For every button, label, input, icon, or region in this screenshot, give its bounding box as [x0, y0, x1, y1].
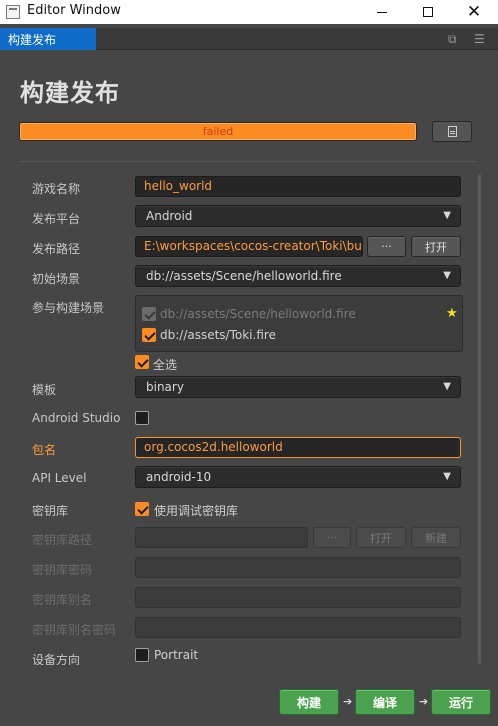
scene-checkbox-toki[interactable] — [142, 328, 156, 342]
open-log-button[interactable] — [432, 121, 472, 142]
minimize-icon — [377, 11, 387, 13]
build-path-label: 发布路径 — [32, 242, 81, 256]
keystore-password-label: 密钥库密码 — [32, 563, 93, 577]
use-debug-keystore-label: 使用调试密钥库 — [154, 504, 239, 518]
keystore-open-button[interactable]: 打开 — [356, 527, 406, 548]
platform-label: 发布平台 — [32, 212, 81, 226]
window-titlebar: Editor Window ✕ — [0, 0, 498, 24]
android-studio-label: Android Studio — [32, 411, 121, 425]
build-progress-bar: failed — [19, 122, 417, 141]
build-status-text: failed — [202, 125, 234, 138]
package-name-label: 包名 — [32, 443, 57, 457]
arrow-right-icon: ➔ — [419, 695, 429, 708]
tab-build-publish[interactable]: 构建发布 — [0, 28, 96, 50]
keystore-new-button[interactable]: 新建 — [411, 527, 461, 548]
document-icon — [447, 126, 457, 137]
keystore-alias-password-input[interactable] — [135, 617, 461, 638]
platform-value: Android — [146, 209, 193, 223]
game-name-input[interactable]: hello_world — [135, 176, 461, 197]
maximize-button[interactable] — [404, 0, 452, 24]
template-select[interactable]: binary ▼ — [135, 376, 461, 398]
scene-path-helloworld: db://assets/Scene/helloworld.fire — [160, 307, 356, 321]
build-path-browse-button[interactable]: ··· — [367, 236, 406, 257]
start-scene-value: db://assets/Scene/helloworld.fire — [146, 269, 342, 283]
game-name-label: 游戏名称 — [32, 182, 81, 196]
keystore-browse-button[interactable]: ··· — [313, 527, 351, 548]
close-button[interactable]: ✕ — [450, 0, 498, 24]
dropdown-arrow-icon: ▼ — [443, 270, 451, 281]
start-scene-label: 初始场景 — [32, 272, 81, 286]
section-divider — [19, 161, 477, 162]
hamburger-menu-icon[interactable]: ☰ — [474, 32, 485, 46]
api-level-label: API Level — [32, 471, 87, 485]
keystore-path-input[interactable] — [135, 527, 308, 548]
keystore-path-label: 密钥库路径 — [32, 533, 93, 547]
window-title: Editor Window — [27, 3, 121, 18]
build-button[interactable]: 构建 — [279, 689, 339, 715]
page-title: 构建发布 — [20, 79, 120, 107]
select-all-label: 全选 — [153, 358, 178, 372]
select-all-checkbox[interactable] — [135, 355, 149, 369]
scene-path-toki: db://assets/Toki.fire — [160, 328, 276, 342]
portrait-label: Portrait — [154, 648, 199, 662]
app-window-icon — [6, 5, 20, 19]
template-value: binary — [146, 380, 184, 394]
build-path-open-button[interactable]: 打开 — [411, 236, 461, 257]
start-scene-select[interactable]: db://assets/Scene/helloworld.fire ▼ — [135, 265, 461, 287]
dropdown-arrow-icon: ▼ — [443, 210, 451, 221]
platform-select[interactable]: Android ▼ — [135, 205, 461, 227]
keystore-alias-password-label: 密钥库别名密码 — [32, 623, 117, 637]
minimize-button[interactable] — [358, 0, 406, 24]
keystore-password-input[interactable] — [135, 557, 461, 578]
use-debug-keystore-checkbox[interactable] — [135, 502, 149, 516]
keystore-label: 密钥库 — [32, 504, 69, 518]
form-scrollbar[interactable] — [478, 174, 481, 664]
api-level-select[interactable]: android-10 ▼ — [135, 466, 461, 488]
included-scenes-list — [135, 295, 463, 352]
arrow-right-icon: ➔ — [343, 695, 353, 708]
scrollbar-thumb[interactable] — [478, 174, 481, 664]
portrait-checkbox[interactable] — [135, 648, 149, 662]
dropdown-arrow-icon: ▼ — [443, 381, 451, 392]
maximize-icon — [423, 7, 433, 17]
panel-tabbar: 构建发布 ⧉ ☰ — [0, 28, 498, 50]
build-path-input[interactable]: E:\workspaces\cocos-creator\Toki\build — [135, 236, 363, 257]
template-label: 模板 — [32, 383, 57, 397]
star-icon: ★ — [446, 306, 458, 321]
api-level-value: android-10 — [146, 470, 212, 484]
package-name-input[interactable]: org.cocos2d.helloworld — [135, 437, 461, 458]
keystore-alias-input[interactable] — [135, 587, 461, 608]
popout-icon[interactable]: ⧉ — [448, 32, 457, 47]
keystore-alias-label: 密钥库别名 — [32, 593, 93, 607]
scene-checkbox-helloworld — [142, 307, 156, 321]
compile-button[interactable]: 编译 — [355, 689, 415, 715]
included-scenes-label: 参与构建场景 — [32, 301, 105, 315]
close-icon: ✕ — [466, 2, 482, 22]
run-button[interactable]: 运行 — [431, 689, 491, 715]
dropdown-arrow-icon: ▼ — [443, 471, 451, 482]
android-studio-checkbox[interactable] — [135, 411, 149, 425]
